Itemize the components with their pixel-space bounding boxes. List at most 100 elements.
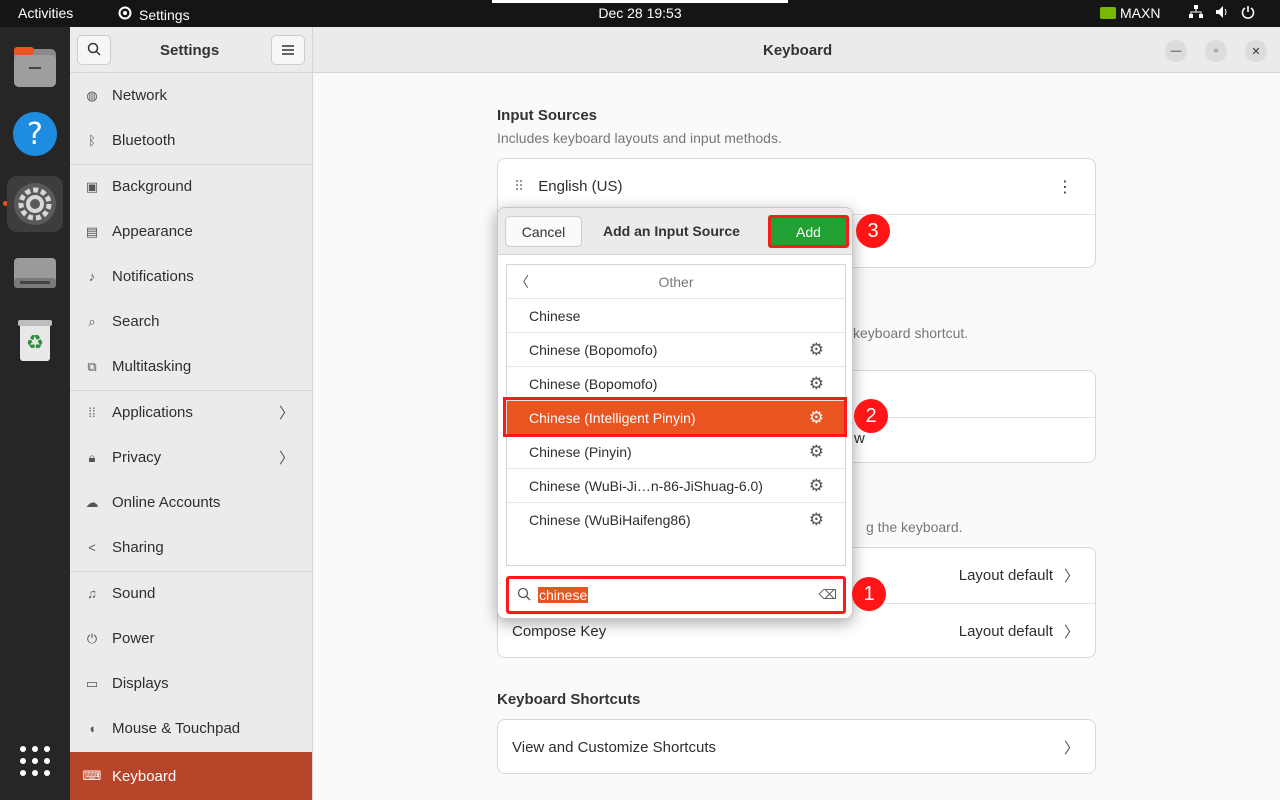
- list-item-label: Chinese (Bopomofo): [529, 375, 658, 392]
- view-shortcuts-row[interactable]: View and Customize Shortcuts 〉: [498, 720, 1095, 775]
- gear-icon: ⚙: [808, 340, 824, 359]
- sidebar-item-label: Online Accounts: [112, 494, 221, 511]
- input-sources-subtitle: Includes keyboard layouts and input meth…: [497, 130, 782, 146]
- sidebar-item-label: Sharing: [112, 539, 164, 556]
- trash-icon[interactable]: ♻: [7, 312, 63, 368]
- shortcuts-card: View and Customize Shortcuts 〉: [497, 719, 1096, 774]
- system-tray[interactable]: [1188, 4, 1256, 20]
- minimize-icon: —: [1170, 45, 1182, 57]
- sidebar-item-label: Network: [112, 87, 168, 104]
- sidebar-item-label: Notifications: [112, 268, 194, 285]
- gear-icon: ⚙: [808, 374, 824, 393]
- list-item[interactable]: Chinese (Bopomofo) ⚙: [507, 367, 845, 401]
- chevron-right-icon: 〉: [278, 450, 294, 467]
- switching-row-tail: w: [854, 430, 865, 447]
- files-icon[interactable]: [7, 39, 63, 95]
- list-item-label: Chinese (WuBiHaifeng86): [529, 512, 691, 528]
- search-icon: [87, 42, 101, 59]
- sidebar-item-multitasking[interactable]: ⧉ Multitasking: [70, 344, 312, 389]
- sidebar-item-label: Displays: [112, 675, 169, 692]
- menu-button[interactable]: [271, 35, 305, 65]
- apps-icon: ⁞⁞: [88, 405, 96, 420]
- sidebar-item-mouse-touchpad[interactable]: ◖ Mouse & Touchpad: [70, 706, 312, 751]
- list-item[interactable]: Chinese (WuBi-Ji…n-86-JiShuag-6.0) ⚙: [507, 469, 845, 503]
- back-chevron-icon[interactable]: 〈: [515, 272, 529, 292]
- search-button[interactable]: [77, 35, 111, 65]
- search-icon: [517, 587, 531, 604]
- sidebar-item-background[interactable]: ▣ Background: [70, 164, 312, 209]
- input-source-label: English (US): [538, 178, 623, 195]
- maximize-button[interactable]: ▫: [1205, 40, 1227, 62]
- power-icon: ⏻: [86, 630, 98, 646]
- list-item-label: Chinese (Pinyin): [529, 443, 632, 460]
- sidebar-item-search[interactable]: ⌕ Search: [70, 299, 312, 344]
- page-title: Keyboard: [763, 42, 833, 59]
- sidebar-item-appearance[interactable]: ▤ Appearance: [70, 209, 312, 254]
- input-source-row[interactable]: ⠿ English (US) ⋮: [498, 159, 1095, 214]
- add-input-source-dialog: Cancel Add an Input Source Add 〈 Other C…: [497, 207, 853, 619]
- compose-key-value: Layout default: [958, 623, 1053, 640]
- lock-icon: 🔒︎: [88, 449, 96, 465]
- list-item[interactable]: Chinese (Bopomofo) ⚙: [507, 333, 845, 367]
- network-icon: [1188, 4, 1204, 20]
- sidebar-item-label: Multitasking: [112, 358, 192, 375]
- list-item[interactable]: Chinese (WuBiHaifeng86) ⚙: [507, 503, 845, 537]
- music-icon: ♫: [87, 586, 97, 601]
- hamburger-icon: [282, 42, 294, 58]
- list-item-label: Chinese (WuBi-Ji…n-86-JiShuag-6.0): [529, 477, 763, 494]
- app-grid-icon[interactable]: [7, 733, 63, 789]
- search-field[interactable]: chinese ⌫: [506, 576, 846, 614]
- category-header-row[interactable]: 〈 Other: [507, 265, 845, 299]
- main-header: Keyboard — ▫ ✕: [313, 27, 1280, 73]
- view-shortcuts-label: View and Customize Shortcuts: [512, 739, 716, 756]
- drag-handle-icon[interactable]: ⠿: [514, 178, 524, 195]
- list-item[interactable]: Chinese (Pinyin) ⚙: [507, 435, 845, 469]
- nvidia-icon: [1100, 7, 1116, 19]
- list-item-label: Chinese (Bopomofo): [529, 341, 658, 358]
- minimize-button[interactable]: —: [1165, 40, 1187, 62]
- power-icon: [1240, 4, 1256, 20]
- add-button[interactable]: Add: [768, 215, 849, 248]
- power-mode-label: MAXN: [1120, 5, 1161, 21]
- chevron-right-icon: 〉: [1063, 568, 1079, 585]
- chevron-right-icon: 〉: [1063, 740, 1079, 757]
- category-label: Other: [658, 273, 694, 290]
- appearance-icon: ▤: [85, 223, 99, 239]
- sidebar-item-privacy[interactable]: 🔒︎ Privacy 〉: [70, 435, 312, 480]
- sidebar-item-keyboard[interactable]: ⌨ Keyboard: [70, 752, 312, 800]
- sidebar-item-applications[interactable]: ⁞⁞ Applications 〉: [70, 390, 312, 435]
- sidebar-item-bluetooth[interactable]: ᛒ Bluetooth: [70, 118, 312, 163]
- sidebar-item-power[interactable]: ⏻ Power: [70, 616, 312, 661]
- bell-icon: ♪: [88, 269, 96, 284]
- more-options-icon[interactable]: ⋮: [1057, 177, 1073, 197]
- sidebar-item-notifications[interactable]: ♪ Notifications: [70, 254, 312, 299]
- sidebar-title: Settings: [160, 42, 220, 59]
- sidebar-item-label: Mouse & Touchpad: [112, 720, 241, 737]
- sidebar-item-sound[interactable]: ♫ Sound: [70, 571, 312, 616]
- close-button[interactable]: ✕: [1245, 40, 1267, 62]
- cancel-button[interactable]: Cancel: [505, 216, 582, 247]
- svg-text:♻: ♻: [26, 330, 44, 354]
- step-badge-2: 2: [854, 399, 888, 433]
- list-item[interactable]: Chinese: [507, 299, 845, 333]
- svg-text:?: ?: [27, 117, 43, 152]
- sidebar-header: Settings: [70, 27, 313, 73]
- sidebar-item-label: Applications: [112, 404, 193, 421]
- sidebar-item-online-accounts[interactable]: ☁ Online Accounts: [70, 480, 312, 525]
- special-chars-description-tail: g the keyboard.: [866, 519, 963, 535]
- sidebar-item-sharing[interactable]: < Sharing: [70, 525, 312, 570]
- clear-text-icon[interactable]: ⌫: [819, 587, 837, 603]
- top-bar: Activities Settings Dec 28 19:53 MAXN: [0, 0, 1280, 27]
- settings-icon[interactable]: [7, 176, 63, 232]
- disk-icon[interactable]: [7, 244, 63, 300]
- power-mode-indicator[interactable]: MAXN: [1100, 5, 1160, 21]
- sidebar-item-displays[interactable]: ▭ Displays: [70, 661, 312, 706]
- sidebar-item-network[interactable]: ◍ Network: [70, 73, 312, 118]
- clock[interactable]: Dec 28 19:53: [0, 5, 1280, 21]
- sidebar-item-label: Power: [112, 630, 155, 647]
- top-highlight-strip: [492, 0, 788, 3]
- mouse-icon: ◖: [88, 721, 96, 736]
- sidebar-item-label: Background: [112, 178, 193, 195]
- help-icon[interactable]: ?: [7, 106, 63, 162]
- shortcut-description-tail: keyboard shortcut.: [853, 325, 969, 341]
